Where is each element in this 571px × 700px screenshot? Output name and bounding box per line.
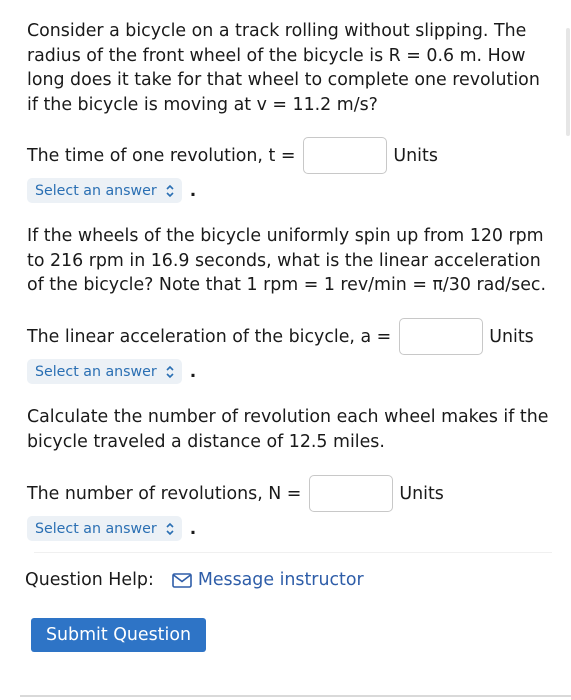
answer-1-units: Units xyxy=(393,145,438,166)
answer-3-label: The number of revolutions, N = xyxy=(27,483,302,504)
submit-question-button[interactable]: Submit Question xyxy=(31,618,206,652)
answer-line-3: The number of revolutions, N = Units xyxy=(27,475,444,512)
unit-select-2-label: Select an answer xyxy=(35,363,157,380)
answer-line-2: The linear acceleration of the bicycle, … xyxy=(27,318,534,355)
answer-3-units: Units xyxy=(399,483,444,504)
unit-select-row-3: Select an answer . xyxy=(27,516,196,541)
answer-line-1: The time of one revolution, t = Units xyxy=(27,137,438,174)
answer-1-input[interactable] xyxy=(303,137,388,174)
question-page: Consider a bicycle on a track rolling wi… xyxy=(0,0,571,700)
up-down-chevron-icon xyxy=(166,522,174,535)
envelope-icon xyxy=(172,572,192,588)
answer-2-input[interactable] xyxy=(399,318,484,355)
bottom-divider xyxy=(20,695,571,697)
unit-select-3-label: Select an answer xyxy=(35,520,157,537)
up-down-chevron-icon xyxy=(166,184,174,197)
unit-select-row-2: Select an answer . xyxy=(27,359,196,384)
scrollbar-thumb[interactable] xyxy=(566,28,570,136)
trailing-period: . xyxy=(189,361,197,382)
answer-2-units: Units xyxy=(489,326,534,347)
question-3-text: Calculate the number of revolution each … xyxy=(27,407,549,452)
question-help-label: Question Help: xyxy=(25,570,154,590)
unit-select-1-label: Select an answer xyxy=(35,182,157,199)
question-2-text: If the wheels of the bicycle uniformly s… xyxy=(27,226,546,295)
unit-select-row-1: Select an answer . xyxy=(27,178,196,203)
trailing-period: . xyxy=(189,180,197,201)
answer-3-input[interactable] xyxy=(309,475,394,512)
unit-select-2[interactable]: Select an answer xyxy=(27,359,182,384)
question-help: Question Help: Message instructor xyxy=(25,570,364,590)
up-down-chevron-icon xyxy=(166,365,174,378)
unit-select-3[interactable]: Select an answer xyxy=(27,516,182,541)
answer-1-label: The time of one revolution, t = xyxy=(27,145,296,166)
message-instructor-link[interactable]: Message instructor xyxy=(172,570,364,590)
section-divider xyxy=(34,552,552,553)
unit-select-1[interactable]: Select an answer xyxy=(27,178,182,203)
question-1-text: Consider a bicycle on a track rolling wi… xyxy=(27,21,540,115)
message-instructor-label: Message instructor xyxy=(197,570,364,590)
trailing-period: . xyxy=(189,518,197,539)
answer-2-label: The linear acceleration of the bicycle, … xyxy=(27,326,392,347)
